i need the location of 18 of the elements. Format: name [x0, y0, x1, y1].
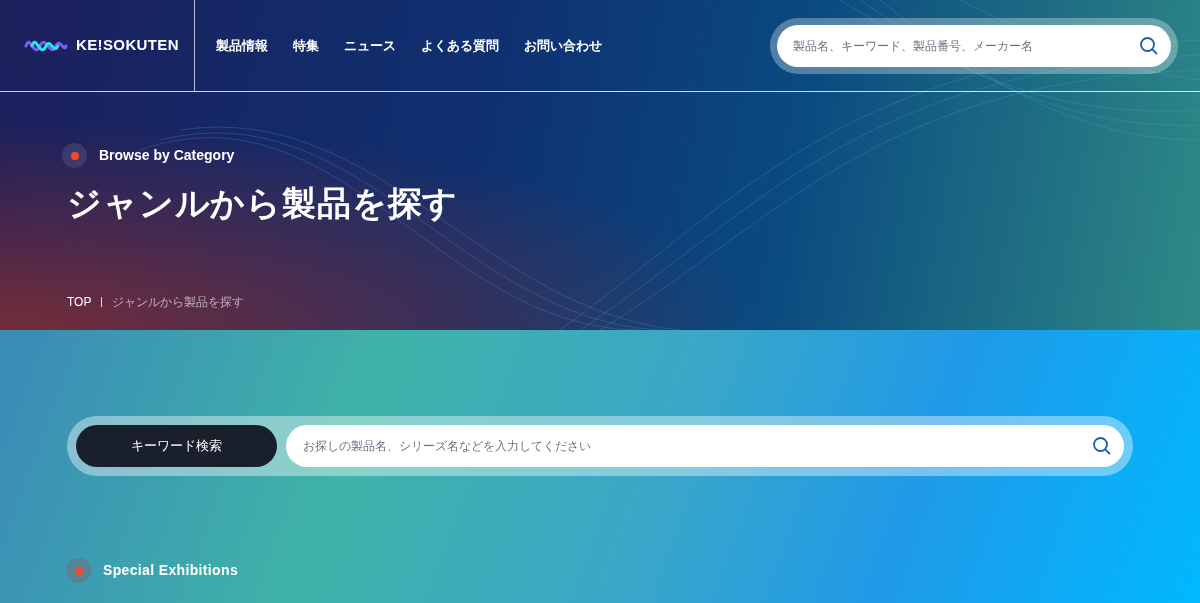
bullet-icon [62, 143, 87, 168]
nav-link[interactable]: よくある質問 [421, 35, 499, 56]
keyword-search-button[interactable]: キーワード検索 [76, 425, 277, 467]
section-eyebrow: Special Exhibitions [103, 561, 238, 580]
nav-link[interactable]: 特集 [293, 35, 319, 56]
keyword-search-field[interactable]: お探しの製品名、シリーズ名などを入力してください [286, 425, 1124, 467]
nav-link[interactable]: 製品情報 [216, 35, 268, 56]
nav-link[interactable]: ニュース [344, 35, 396, 56]
nav-link[interactable]: お問い合わせ [524, 35, 602, 56]
logo-text[interactable]: KE!SOKUTEN [76, 34, 179, 57]
bullet-icon [66, 558, 91, 583]
breadcrumb-link[interactable]: TOP [67, 293, 92, 311]
search-field[interactable]: 製品名、キーワード、製品番号、メーカー名 [777, 24, 1171, 67]
search-icon[interactable] [1092, 436, 1112, 456]
page-title: ジャンルから製品を探す [67, 183, 460, 224]
search-icon[interactable] [1139, 35, 1159, 56]
breadcrumb-current: ジャンルから製品を探す [112, 294, 245, 311]
eyebrow-text: Browse by Category [99, 146, 235, 165]
